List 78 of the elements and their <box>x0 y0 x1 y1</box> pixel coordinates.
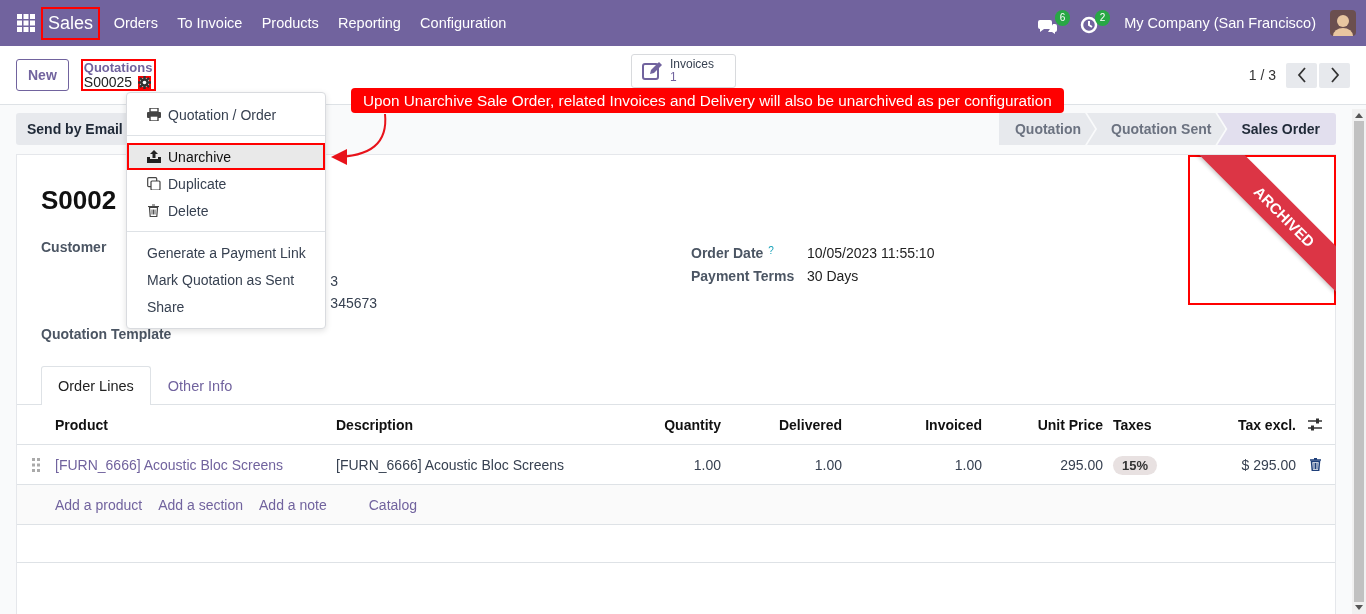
menu-item[interactable]: Configuration <box>410 15 516 31</box>
add-line-link[interactable]: Add a section <box>158 496 243 513</box>
column-header[interactable]: Taxes <box>1103 416 1200 433</box>
field-label: Customer <box>41 238 107 257</box>
smart-button-count: 1 <box>670 71 678 84</box>
new-button[interactable]: New <box>16 59 69 91</box>
column-header[interactable]: Invoiced <box>842 416 982 433</box>
count-badge: 2 <box>1094 10 1111 26</box>
field-label: Payment Terms <box>691 268 795 284</box>
menu-item[interactable]: Duplicate <box>127 170 325 197</box>
trash-icon <box>1309 458 1321 471</box>
app-name[interactable]: Sales <box>41 6 101 40</box>
menu-item[interactable]: Delete <box>127 197 325 224</box>
previous-button[interactable] <box>1286 62 1317 88</box>
column-header[interactable]: Tax excl. <box>1200 416 1296 433</box>
menu-item[interactable]: Unarchive <box>127 143 325 170</box>
trash-icon <box>147 204 161 217</box>
status-stage[interactable]: Quotation <box>998 113 1096 145</box>
table-cell-text: $ 295.00 <box>1240 456 1296 473</box>
column-header[interactable]: Unit Price <box>982 416 1103 433</box>
chevron-left-icon <box>1296 67 1307 83</box>
breadcrumb-link[interactable]: Quotations <box>83 60 154 75</box>
clock-icon[interactable] <box>1080 16 1099 34</box>
table-cell-text: 295.00 <box>1059 456 1103 473</box>
field-value: 345673 <box>330 294 378 313</box>
menu-item[interactable]: Share <box>127 293 325 320</box>
add-line-link[interactable]: Add a note <box>259 496 327 513</box>
chat-icon[interactable] <box>1038 18 1059 34</box>
menu-item[interactable]: Products <box>252 15 329 31</box>
tax-tag: 15% <box>1113 455 1158 475</box>
menu-item[interactable]: Mark Quotation as Sent <box>127 266 325 293</box>
company-switcher[interactable]: My Company (San Francisco) <box>1124 15 1316 31</box>
column-header[interactable]: Description <box>336 416 640 433</box>
count-badge: 6 <box>1054 10 1071 26</box>
pager-value: 1 / 3 <box>1248 67 1276 83</box>
tab[interactable]: Other Info <box>150 366 250 405</box>
menu-item[interactable]: Reporting <box>328 15 411 31</box>
column-header[interactable]: Quantity <box>640 416 721 433</box>
tab[interactable]: Order Lines <box>41 366 151 405</box>
settings-icon[interactable] <box>138 76 152 89</box>
scroll-down-icon <box>1355 605 1363 610</box>
apps-icon[interactable] <box>17 14 35 32</box>
field-value: 10/05/2023 11:55:10 <box>807 245 935 261</box>
smart-button-label: Invoices <box>670 58 715 71</box>
annotation-callout: Upon Unarchive Sale Order, related Invoices and Delivery will also be unarchived as per configuration <box>351 88 1064 113</box>
add-line-link[interactable]: Add a product <box>55 496 143 513</box>
scrollbar-thumb[interactable] <box>1354 121 1364 602</box>
menu-item[interactable]: Orders <box>104 15 168 31</box>
column-header[interactable]: Product <box>55 416 336 433</box>
add-line-link[interactable]: Catalog <box>368 496 417 513</box>
printer-icon <box>147 108 161 121</box>
record-title: S0002 <box>41 184 117 217</box>
copy-icon <box>147 177 161 190</box>
column-options-icon <box>1308 418 1322 431</box>
table-cell-text: 1.00 <box>813 456 842 473</box>
column-header[interactable]: Delivered <box>721 416 842 433</box>
chevron-right-icon <box>1329 67 1340 83</box>
upload-icon <box>147 150 161 163</box>
menu-item[interactable]: To Invoice <box>167 15 253 31</box>
avatar-icon[interactable] <box>1330 10 1356 36</box>
invoices-smart-button[interactable]: Invoices 1 <box>631 54 736 88</box>
table-cell-text: 1.00 <box>692 456 721 473</box>
status-stage[interactable]: Sales Order <box>1217 113 1336 145</box>
menu-item[interactable]: Generate a Payment Link <box>127 239 325 266</box>
table-cell-text: [FURN_6666] Acoustic Bloc Screens <box>336 456 565 473</box>
field-value: 3 <box>330 272 340 291</box>
drag-handle-icon <box>32 457 40 472</box>
table-cell-text: 1.00 <box>953 456 982 473</box>
scroll-up-icon <box>1355 113 1363 118</box>
field-value: 30 Days <box>807 268 859 284</box>
product-link[interactable]: [FURN_6666] Acoustic Bloc Screens <box>55 456 283 473</box>
status-stage[interactable]: Quotation Sent <box>1087 113 1226 145</box>
record-name: S00025 <box>83 75 133 90</box>
edit-icon <box>642 61 664 81</box>
scrollbar[interactable] <box>1352 109 1366 614</box>
field-label: Quotation Template <box>41 325 172 344</box>
next-button[interactable] <box>1319 62 1350 88</box>
field-label: Order Date <box>691 245 764 261</box>
